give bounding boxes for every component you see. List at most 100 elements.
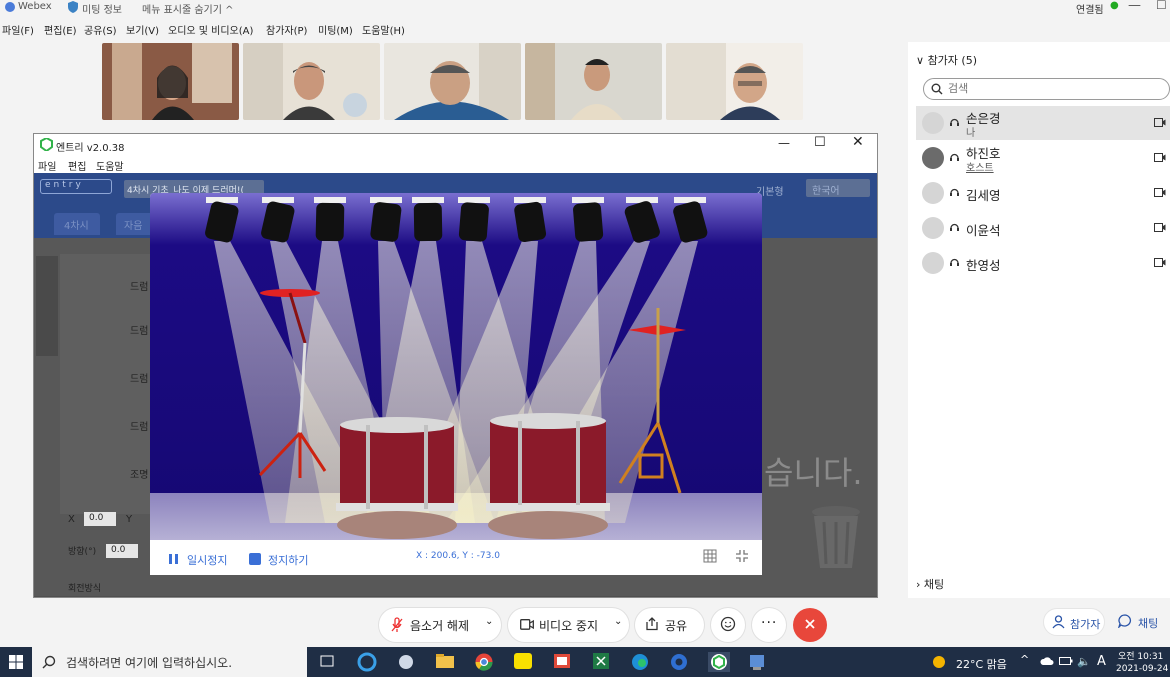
collapse-stage-icon[interactable] (735, 549, 749, 566)
webex-logo-icon (4, 1, 16, 16)
menu-audio-video[interactable]: 오디오 및 비디오(A) (168, 22, 253, 37)
entry-maximize-button[interactable]: ☐ (814, 135, 826, 150)
right-drum (486, 413, 610, 539)
tray-chevron-icon[interactable]: ^ (1020, 653, 1029, 666)
video-camera-icon (1154, 118, 1166, 127)
leave-meeting-button[interactable] (793, 608, 827, 642)
minimize-button[interactable]: — (1128, 0, 1141, 13)
sprite-name[interactable]: 드럼 (130, 370, 148, 385)
more-options-button[interactable]: ··· (752, 608, 786, 642)
entry-taskbar-icon[interactable] (708, 652, 730, 672)
audio-icon (950, 188, 959, 196)
ime-indicator[interactable]: A (1097, 654, 1106, 669)
participants-toggle-button[interactable]: 참가자 (1043, 608, 1105, 636)
menu-view[interactable]: 보기(V) (126, 22, 159, 37)
app-icon[interactable] (747, 652, 769, 672)
participant-name: 김세영 (966, 188, 1001, 203)
audio-icon (950, 223, 959, 231)
participant-search[interactable] (923, 78, 1170, 100)
edge-legacy-icon[interactable] (357, 652, 379, 672)
smiley-icon (720, 616, 736, 635)
tab-4chasi[interactable]: 4차시 (54, 213, 100, 235)
sprite-name[interactable]: 드럼 (130, 418, 148, 433)
x-input[interactable]: 0.0 (84, 512, 116, 526)
entry-menu-edit[interactable]: 편집 (68, 158, 86, 173)
sprite-name[interactable]: 드럼 (130, 278, 148, 293)
taskbar-search[interactable]: 검색하려면 여기에 입력하십시오. (32, 647, 307, 677)
excel-icon[interactable] (591, 652, 613, 672)
clock-time[interactable]: 오전 10:31 (1118, 649, 1163, 662)
weather-sun-icon[interactable] (932, 655, 946, 672)
sprite-name[interactable]: 드럼 (130, 322, 148, 337)
file-explorer-icon[interactable] (435, 652, 457, 672)
x-label: X (68, 514, 75, 525)
chevron-right-icon: › (916, 578, 924, 591)
kakaotalk-icon[interactable] (513, 652, 535, 672)
entry-menu-help[interactable]: 도움말 (96, 158, 124, 173)
video-thumbnail[interactable] (525, 43, 662, 120)
hide-menu-button[interactable]: 메뉴 표시줄 숨기기 ^ (142, 1, 234, 16)
menu-edit[interactable]: 편집(E) (44, 22, 77, 37)
unmute-button[interactable]: 음소거 해제 ⌄ (379, 608, 501, 642)
menu-share[interactable]: 공유(S) (84, 22, 117, 37)
webex-icon[interactable] (669, 652, 691, 672)
direction-input[interactable]: 0.0 (106, 544, 138, 558)
sprite-name[interactable]: 조명 (130, 466, 148, 481)
mouse-coordinates: X : 200.6, Y : -73.0 (416, 551, 500, 561)
entry-stage[interactable] (150, 193, 762, 575)
video-thumbnail[interactable] (102, 43, 239, 120)
task-view-icon[interactable] (318, 652, 340, 672)
chrome-icon[interactable] (474, 652, 496, 672)
cloud-icon[interactable] (1040, 656, 1054, 669)
weather-text[interactable]: 22°C 맑음 (956, 656, 1007, 672)
background-text: 습니다. (764, 454, 863, 492)
chevron-down-icon[interactable]: ⌄ (485, 616, 493, 627)
menu-help[interactable]: 도움말(H) (362, 22, 405, 37)
windows-start-icon[interactable] (9, 655, 23, 672)
volume-icon[interactable]: 🔈 (1077, 655, 1091, 668)
direction-label: 방향(°) (68, 547, 97, 557)
participant-row[interactable]: 이윤석 (916, 211, 1170, 245)
entry-close-button[interactable]: ✕ (852, 134, 864, 150)
pause-button[interactable]: 일시정지 (187, 552, 227, 568)
search-icon (931, 83, 943, 98)
entry-logo-icon (40, 136, 53, 154)
video-thumbnail[interactable] (243, 43, 380, 120)
stop-video-button[interactable]: 비디오 중지 ⌄ (508, 608, 629, 642)
grid-icon[interactable] (703, 549, 717, 566)
stop-icon[interactable] (249, 553, 261, 565)
participant-row[interactable]: 하진호 호스트 (916, 141, 1170, 175)
clock-date[interactable]: 2021-09-24 (1116, 664, 1168, 674)
avatar (922, 182, 944, 204)
chevron-down-icon[interactable]: ⌄ (614, 616, 622, 627)
language-select[interactable]: 한국어 (806, 179, 870, 197)
share-button[interactable]: 공유 (635, 608, 704, 642)
search-input[interactable] (948, 82, 1148, 95)
trash-icon[interactable] (810, 502, 862, 575)
menu-meeting[interactable]: 미팅(M) (318, 22, 353, 37)
entry-menu-file[interactable]: 파일 (38, 158, 56, 173)
share-label: 공유 (665, 619, 688, 633)
menu-file[interactable]: 파일(F) (2, 22, 34, 37)
stop-button[interactable]: 정지하기 (268, 552, 308, 568)
meeting-info-button[interactable]: 미팅 정보 (82, 1, 122, 16)
video-thumbnail[interactable] (666, 43, 803, 120)
menu-participants[interactable]: 참가자(P) (266, 22, 307, 37)
host-label: 호스트 (966, 163, 994, 174)
video-thumbnail[interactable] (384, 43, 521, 120)
pause-icon[interactable] (168, 553, 180, 568)
webex-titlebar: Webex 미팅 정보 메뉴 표시줄 숨기기 ^ 연결됨 ● — ☐ (0, 0, 1170, 16)
participant-row[interactable]: 한영성 (916, 246, 1170, 280)
chat-section-header[interactable]: › 채팅 (916, 576, 944, 592)
app-icon[interactable] (552, 652, 574, 672)
participants-header[interactable]: ∨ 참가자 (5) (916, 52, 977, 68)
maximize-button[interactable]: ☐ (1156, 0, 1167, 12)
entry-minimize-button[interactable]: — (778, 136, 790, 150)
battery-icon[interactable] (1059, 656, 1073, 669)
chat-toggle-button[interactable]: 채팅 (1112, 608, 1170, 636)
participant-row[interactable]: 손은경 나 (916, 106, 1170, 140)
reactions-button[interactable] (711, 608, 745, 642)
edge-icon[interactable] (630, 652, 652, 672)
participant-row[interactable]: 김세영 (916, 176, 1170, 210)
app-icon[interactable] (396, 652, 418, 672)
